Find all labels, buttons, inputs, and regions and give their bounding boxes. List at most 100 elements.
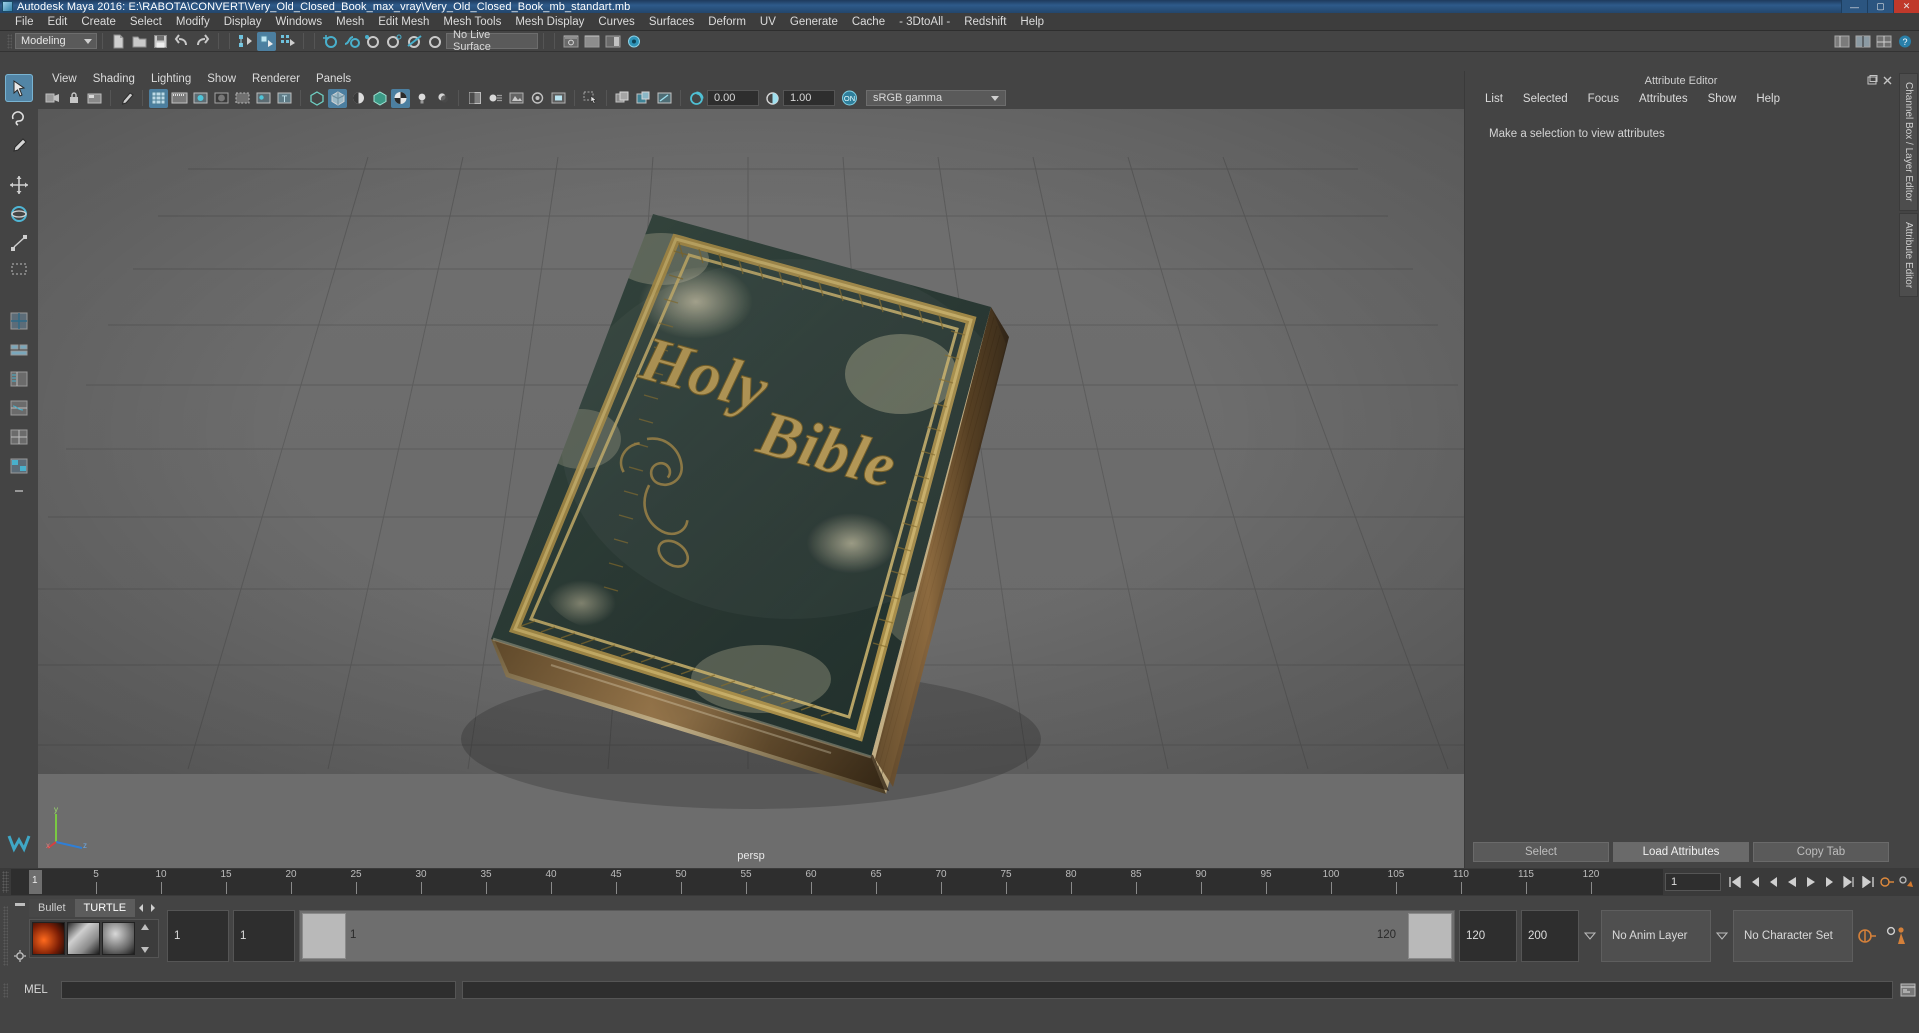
shelf-next-arrow-icon[interactable] xyxy=(147,902,159,914)
character-set-dropdown[interactable]: No Character Set xyxy=(1733,910,1853,962)
turtle-bake-icon[interactable] xyxy=(67,922,100,955)
auto-key-toggle-icon[interactable] xyxy=(1853,910,1881,962)
snap-to-view-plane-icon[interactable] xyxy=(405,32,424,51)
snap-to-projected-center-icon[interactable] xyxy=(384,32,403,51)
menu-help[interactable]: Help xyxy=(1013,13,1051,31)
tab-channel-box-layer-editor[interactable]: Channel Box / Layer Editor xyxy=(1899,73,1918,211)
exposure-value[interactable]: 0.00 xyxy=(707,90,759,106)
current-frame-field[interactable]: 1 xyxy=(1665,873,1721,891)
undock-icon[interactable] xyxy=(1867,75,1878,86)
pointer-select-icon[interactable] xyxy=(581,89,600,108)
menu-cache[interactable]: Cache xyxy=(845,13,892,31)
hypershade-persp-layout[interactable] xyxy=(5,423,33,451)
viewport-menu-show[interactable]: Show xyxy=(199,71,244,87)
menu-deform[interactable]: Deform xyxy=(701,13,753,31)
book-model[interactable]: Holy Bible xyxy=(431,139,1071,839)
last-tool-used[interactable] xyxy=(5,258,33,280)
menu-mesh[interactable]: Mesh xyxy=(329,13,371,31)
make-live-icon[interactable] xyxy=(426,32,445,51)
ae-menu-attributes[interactable]: Attributes xyxy=(1629,93,1698,105)
current-time-indicator[interactable]: 1 xyxy=(29,870,42,894)
show-hide-tool-settings-icon[interactable] xyxy=(582,32,601,51)
ae-menu-help[interactable]: Help xyxy=(1746,93,1790,105)
step-back-keyframe-icon[interactable] xyxy=(1744,872,1763,892)
new-scene-icon[interactable] xyxy=(109,32,128,51)
close-icon[interactable] xyxy=(1882,75,1893,86)
anim-end-field[interactable]: 120 xyxy=(1459,910,1517,962)
minimize-button[interactable]: — xyxy=(1841,0,1867,13)
script-editor-icon[interactable] xyxy=(1897,980,1919,1000)
gamma-icon[interactable] xyxy=(763,89,782,108)
screen-space-ao-icon[interactable] xyxy=(465,89,484,108)
rotate-tool[interactable] xyxy=(5,200,33,228)
shelf-tab-bullet[interactable]: Bullet xyxy=(29,899,75,917)
motion-blur-icon[interactable] xyxy=(486,89,505,108)
range-slider-right-handle[interactable] xyxy=(1408,913,1452,959)
ae-menu-selected[interactable]: Selected xyxy=(1513,93,1578,105)
select-by-component-icon[interactable] xyxy=(278,32,297,51)
play-backwards-icon[interactable] xyxy=(1782,872,1801,892)
ae-menu-list[interactable]: List xyxy=(1475,93,1513,105)
display-render-settings-icon[interactable] xyxy=(624,32,643,51)
scale-tool[interactable] xyxy=(5,229,33,257)
paint-select-tool[interactable] xyxy=(5,132,33,160)
four-view-layout[interactable] xyxy=(5,336,33,364)
viewport-menu-renderer[interactable]: Renderer xyxy=(244,71,308,87)
menu-set-selector[interactable]: Modeling xyxy=(15,33,97,49)
step-forward-keyframe-icon[interactable] xyxy=(1839,872,1858,892)
multisample-icon[interactable] xyxy=(507,89,526,108)
turtle-texture-icon[interactable] xyxy=(102,922,135,955)
snap-to-grid-icon[interactable] xyxy=(321,32,340,51)
render-region-icon[interactable] xyxy=(655,89,674,108)
menu-curves[interactable]: Curves xyxy=(591,13,641,31)
turtle-render-icon[interactable] xyxy=(32,922,65,955)
ae-menu-show[interactable]: Show xyxy=(1698,93,1747,105)
move-tool[interactable] xyxy=(5,171,33,199)
film-gate-icon[interactable] xyxy=(170,89,189,108)
workspace-layout-icon[interactable] xyxy=(1874,32,1893,51)
camera-attributes-icon[interactable] xyxy=(85,89,104,108)
command-language-label[interactable]: MEL xyxy=(11,984,61,996)
xray-joints-icon[interactable] xyxy=(254,89,273,108)
show-hide-channel-box-icon[interactable] xyxy=(603,32,622,51)
xray-icon[interactable] xyxy=(233,89,252,108)
command-line-grip[interactable] xyxy=(3,982,8,998)
step-back-frame-icon[interactable] xyxy=(1763,872,1782,892)
select-by-object-icon[interactable] xyxy=(257,31,276,51)
persp-outliner-layout[interactable] xyxy=(5,365,33,393)
single-perspective-layout[interactable] xyxy=(5,307,33,335)
persp-uv-layout[interactable] xyxy=(5,452,33,480)
menu-modify[interactable]: Modify xyxy=(169,13,217,31)
viewport-menu-view[interactable]: View xyxy=(44,71,85,87)
ae-menu-focus[interactable]: Focus xyxy=(1578,93,1629,105)
copy-tab-button[interactable]: Copy Tab xyxy=(1753,842,1889,862)
range-slider-left-handle[interactable] xyxy=(302,913,346,959)
show-hide-attribute-editor-icon[interactable] xyxy=(561,32,580,51)
wireframe-shading-icon[interactable] xyxy=(307,89,326,108)
textured-mode-icon[interactable] xyxy=(391,88,410,108)
redo-icon[interactable] xyxy=(193,32,212,51)
select-by-hierarchy-icon[interactable] xyxy=(236,32,255,51)
viewport-menu-shading[interactable]: Shading xyxy=(85,71,143,87)
anim-start-field[interactable]: 1 xyxy=(233,910,295,962)
view-transform-toggle-icon[interactable]: ON xyxy=(840,89,859,108)
load-attributes-button[interactable]: Load Attributes xyxy=(1613,842,1749,862)
menu-mesh-tools[interactable]: Mesh Tools xyxy=(436,13,508,31)
gamma-value[interactable]: 1.00 xyxy=(783,90,835,106)
play-forwards-icon[interactable] xyxy=(1801,872,1820,892)
select-camera-icon[interactable] xyxy=(43,89,62,108)
range-end-dropdown-icon[interactable] xyxy=(1579,910,1601,962)
select-button[interactable]: Select xyxy=(1473,842,1609,862)
step-forward-frame-icon[interactable] xyxy=(1820,872,1839,892)
menu-create[interactable]: Create xyxy=(74,13,123,31)
snap-to-point-icon[interactable] xyxy=(363,32,382,51)
live-surface-field[interactable]: No Live Surface xyxy=(446,29,538,53)
select-tool[interactable] xyxy=(5,74,33,102)
close-button[interactable]: ✕ xyxy=(1893,0,1919,13)
statusline-grip[interactable] xyxy=(7,33,12,49)
snap-to-curve-icon[interactable] xyxy=(342,32,361,51)
time-slider-grip[interactable] xyxy=(2,871,9,893)
menu-redshift[interactable]: Redshift xyxy=(957,13,1013,31)
persp-graph-layout[interactable] xyxy=(5,394,33,422)
menu-surfaces[interactable]: Surfaces xyxy=(642,13,701,31)
